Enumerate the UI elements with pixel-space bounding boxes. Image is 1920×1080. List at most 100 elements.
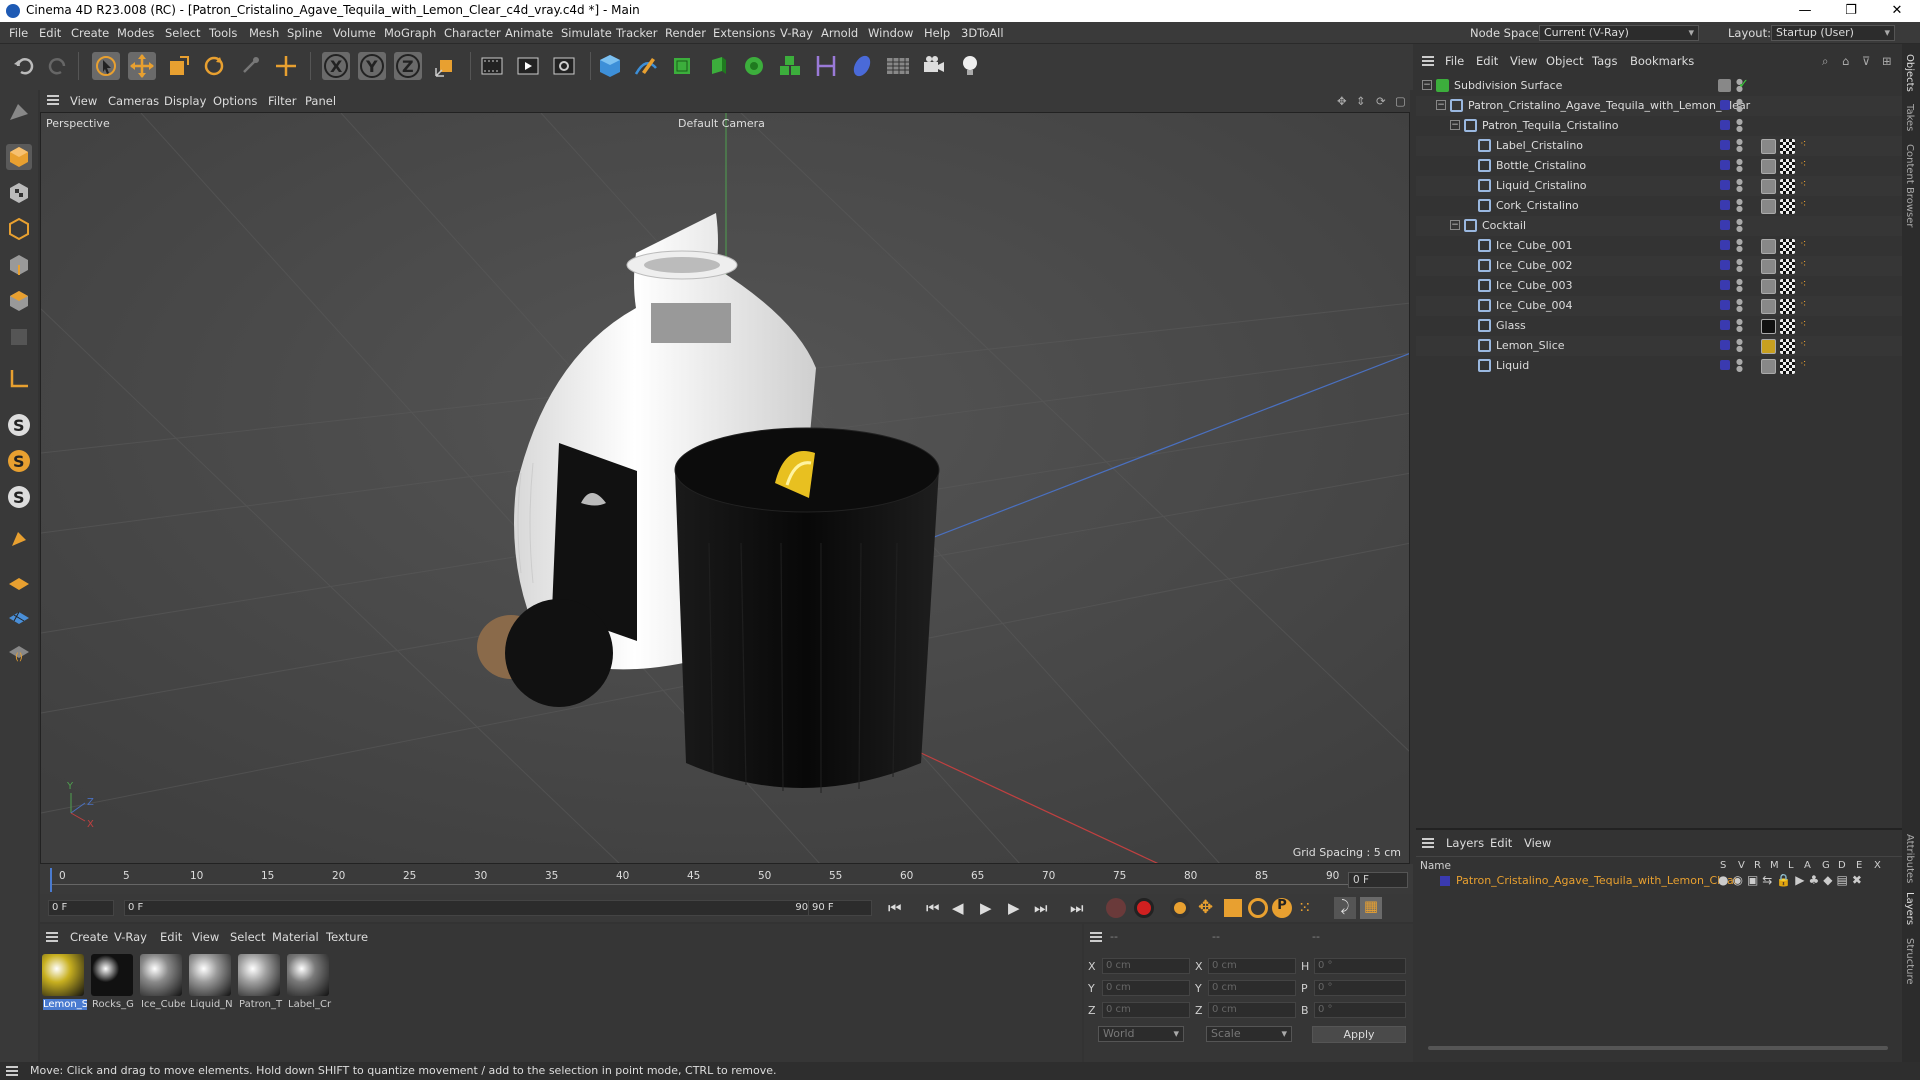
key-scale-icon[interactable] <box>1224 899 1242 917</box>
material-tag-icon[interactable] <box>1761 139 1776 154</box>
hamburger-icon[interactable] <box>47 95 59 105</box>
layer-color-icon[interactable] <box>1720 120 1730 130</box>
hamburger-icon[interactable] <box>1422 838 1434 848</box>
object-name[interactable]: Lemon_Slice <box>1496 339 1565 352</box>
visibility-dots-icon[interactable]: ● ● <box>1736 178 1743 193</box>
maximize-view-icon[interactable]: ▢ <box>1395 94 1406 108</box>
layer-color-icon[interactable] <box>1720 320 1730 330</box>
menu-arnold[interactable]: Arnold <box>821 26 858 40</box>
play-icon[interactable]: ▶ <box>980 899 992 917</box>
mograph-effector-icon[interactable] <box>776 52 804 80</box>
object-name[interactable]: Label_Cristalino <box>1496 139 1583 152</box>
search-icon[interactable]: ⌕ <box>1822 54 1828 69</box>
visibility-dots-icon[interactable]: ● ● <box>1736 138 1743 153</box>
floor-icon[interactable] <box>884 52 912 80</box>
subdivision-surface-icon[interactable] <box>668 52 696 80</box>
quantize-icon[interactable]: S <box>6 484 32 510</box>
cube-primitive-icon[interactable] <box>596 52 624 80</box>
coordinate-system-dropdown[interactable]: World <box>1098 1026 1184 1042</box>
camera-label[interactable]: Default Camera <box>678 117 765 130</box>
x-axis-lock-icon[interactable]: X <box>322 52 350 80</box>
expand-toggle-icon[interactable]: − <box>1436 100 1446 110</box>
material-swatch[interactable] <box>238 954 280 996</box>
object-row[interactable]: Cork_Cristalino ● ● ⁖ <box>1416 196 1902 216</box>
grid-icon[interactable] <box>6 602 32 628</box>
y-axis-lock-icon[interactable]: Y <box>358 52 386 80</box>
enable-checkbox-icon[interactable] <box>1718 79 1731 92</box>
menu-extensions[interactable]: Extensions <box>713 26 775 40</box>
scale-tool-icon[interactable] <box>164 52 192 80</box>
viewport-menu-filter[interactable]: Filter <box>268 94 296 108</box>
texture-tag-icon[interactable] <box>1780 339 1795 354</box>
object-name[interactable]: Liquid <box>1496 359 1529 372</box>
minimize-button[interactable]: — <box>1782 0 1828 22</box>
object-name[interactable]: Patron_Tequila_Cristalino <box>1482 119 1618 132</box>
object-row[interactable]: Label_Cristalino ● ● ⁖ <box>1416 136 1902 156</box>
menu-vray[interactable]: V-Ray <box>780 26 813 40</box>
viewport-menu-options[interactable]: Options <box>213 94 257 108</box>
side-tab-attributes[interactable]: Attributes <box>1904 834 1915 883</box>
phong-tag-icon[interactable]: ⁖ <box>1800 277 1806 290</box>
expand-toggle-icon[interactable]: − <box>1422 80 1432 90</box>
visibility-dots-icon[interactable]: ● ● <box>1736 118 1743 133</box>
hamburger-icon[interactable] <box>46 932 58 942</box>
phong-tag-icon[interactable]: ⁖ <box>1800 257 1806 270</box>
visibility-dots-icon[interactable]: ● ● <box>1736 98 1743 113</box>
menu-volume[interactable]: Volume <box>333 26 376 40</box>
material-swatch[interactable] <box>140 954 182 996</box>
object-row[interactable]: Ice_Cube_004 ● ● ⁖ <box>1416 296 1902 316</box>
field-icon[interactable] <box>848 52 876 80</box>
object-name[interactable]: Ice_Cube_001 <box>1496 239 1572 252</box>
rotation-p-field[interactable]: 0 ° <box>1314 980 1406 996</box>
phong-tag-icon[interactable]: ⁖ <box>1800 357 1806 370</box>
layer-color-icon[interactable] <box>1720 340 1730 350</box>
object-row[interactable]: − Subdivision Surface ● ● ✓ <box>1416 76 1902 96</box>
material-tag-icon[interactable] <box>1761 339 1776 354</box>
viewport-menu-display[interactable]: Display <box>164 94 206 108</box>
object-name[interactable]: Patron_Cristalino_Agave_Tequila_with_Lem… <box>1468 99 1750 112</box>
viewport-menu-view[interactable]: View <box>70 94 97 108</box>
texture-tag-icon[interactable] <box>1780 179 1795 194</box>
obj-menu-object[interactable]: Object <box>1546 54 1583 68</box>
mat-menu-vray[interactable]: V-Ray <box>114 930 147 944</box>
menu-modes[interactable]: Modes <box>117 26 154 40</box>
camera-icon[interactable] <box>920 52 948 80</box>
key-parameter-icon[interactable]: P <box>1272 898 1292 918</box>
go-to-end-icon[interactable]: ⏭ <box>1070 899 1084 917</box>
material-swatch[interactable] <box>91 954 133 996</box>
snap-icon[interactable]: S <box>6 412 32 438</box>
menu-render[interactable]: Render <box>665 26 706 40</box>
obj-menu-file[interactable]: File <box>1445 54 1464 68</box>
texture-tag-icon[interactable] <box>1780 279 1795 294</box>
visibility-dots-icon[interactable]: ● ● <box>1736 318 1743 333</box>
texture-tag-icon[interactable] <box>1780 299 1795 314</box>
hamburger-icon[interactable] <box>1090 932 1102 942</box>
object-row[interactable]: Glass ● ● ⁖ <box>1416 316 1902 336</box>
rotation-h-field[interactable]: 0 ° <box>1314 958 1406 974</box>
object-row[interactable]: Liquid ● ● ⁖ <box>1416 356 1902 376</box>
visibility-dots-icon[interactable]: ● ● <box>1736 198 1743 213</box>
model-mode-icon[interactable] <box>6 144 32 170</box>
layers-menu-layers[interactable]: Layers <box>1446 836 1484 850</box>
side-tab-content-browser[interactable]: Content Browser <box>1904 144 1915 227</box>
mat-menu-view[interactable]: View <box>192 930 219 944</box>
layer-color-swatch[interactable] <box>1440 876 1450 886</box>
layer-color-icon[interactable] <box>1720 200 1730 210</box>
texture-tag-icon[interactable] <box>1780 319 1795 334</box>
size-y-field[interactable]: 0 cm <box>1208 980 1296 996</box>
texture-mode-icon[interactable] <box>6 180 32 206</box>
menu-tracker[interactable]: Tracker <box>616 26 658 40</box>
rotate-tool-icon[interactable] <box>200 52 228 80</box>
side-tab-layers[interactable]: Layers <box>1904 892 1915 925</box>
current-frame-field[interactable]: 0 F <box>1348 872 1408 888</box>
phong-tag-icon[interactable]: ⁖ <box>1800 317 1806 330</box>
side-tab-objects[interactable]: Objects <box>1904 54 1915 92</box>
workplane-icon[interactable] <box>6 366 32 392</box>
menu-create[interactable]: Create <box>71 26 109 40</box>
motion-system-icon[interactable]: ⤸ <box>1334 897 1356 919</box>
mat-menu-material[interactable]: Material <box>272 930 319 944</box>
phong-tag-icon[interactable]: ⁖ <box>1800 297 1806 310</box>
visibility-dots-icon[interactable]: ● ● <box>1736 278 1743 293</box>
visibility-dots-icon[interactable]: ● ● <box>1736 238 1743 253</box>
layers-menu-view[interactable]: View <box>1524 836 1551 850</box>
